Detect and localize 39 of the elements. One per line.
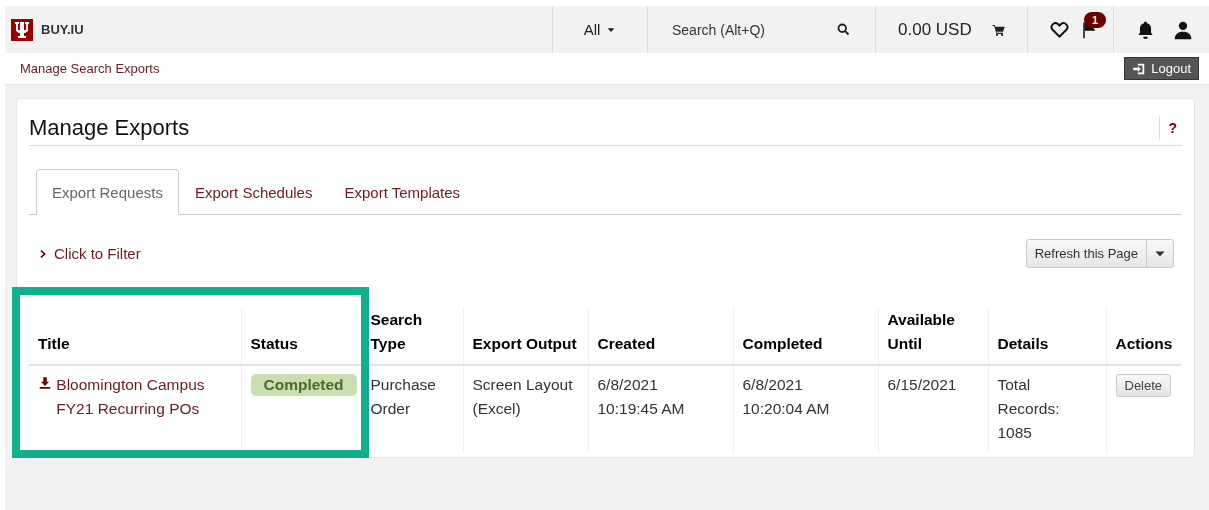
title-link[interactable]: Bloomington Campus FY21 Recurring POs [56, 373, 217, 421]
column-header: Search Type [361, 308, 463, 365]
table-cell: 6/8/2021 10:19:45 AM [588, 365, 733, 453]
column-header: Created [588, 308, 733, 365]
column-header: Actions [1106, 308, 1181, 365]
column-header: Export Output [463, 308, 588, 365]
table-cell: 6/8/2021 10:20:04 AM [733, 365, 878, 453]
chevron-icon [38, 248, 48, 259]
search-icon [836, 22, 851, 37]
status-badge: Completed [250, 374, 357, 396]
table-cell: Total Records: 1085 [988, 365, 1106, 453]
table-cell: Screen Layout (Excel) [463, 365, 588, 453]
search-field[interactable]: Search (Alt+Q) [672, 21, 822, 38]
column-header: Title [29, 308, 241, 365]
tab[interactable]: Export Templates [328, 169, 477, 215]
breadcrumb[interactable]: Manage Search Exports [20, 61, 160, 76]
delete-button[interactable]: Delete [1115, 374, 1172, 397]
bell-icon [1136, 20, 1155, 39]
tab[interactable]: Export Requests [36, 169, 179, 215]
column-header: Status [241, 308, 361, 365]
logout-icon [1132, 61, 1147, 76]
column-header: Completed [733, 308, 878, 365]
tab[interactable]: Export Schedules [178, 169, 329, 215]
help-link[interactable]: ? [1159, 116, 1180, 140]
page-title: Manage Exports [29, 115, 190, 141]
download-icon [38, 376, 52, 390]
notification-badge: 1 [1084, 12, 1107, 28]
table-cell: Purchase Order [361, 365, 463, 453]
logout-button[interactable]: Logout [1124, 57, 1199, 80]
column-header: Details [988, 308, 1106, 365]
brand-name: BUY.IU [41, 22, 84, 37]
scope-dropdown[interactable]: All [552, 6, 647, 53]
filter-toggle[interactable]: Click to Filter [38, 245, 141, 262]
table-cell: 6/15/2021 [878, 365, 988, 453]
user-icon [1173, 19, 1193, 40]
heart-icon [1050, 20, 1069, 39]
cart-total[interactable]: 0.00 USD [898, 19, 972, 40]
column-header: Available Until [878, 308, 988, 365]
logo-icon [11, 18, 33, 41]
